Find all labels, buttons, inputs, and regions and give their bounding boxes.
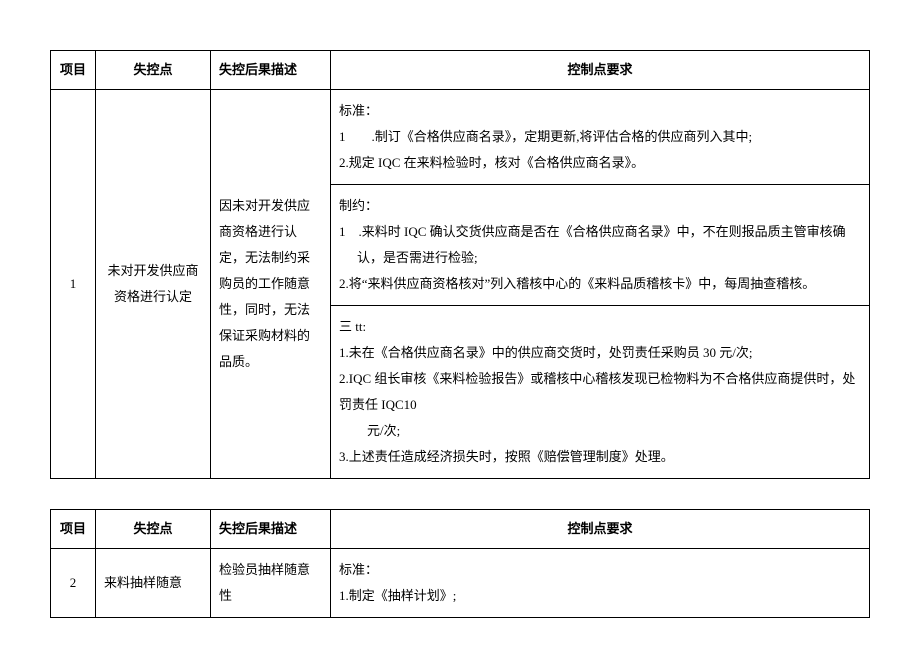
table-row: 1 未对开发供应商资格进行认定 因未对开发供应商资格进行认定，无法制约采购员的工… bbox=[51, 90, 870, 185]
header-item: 项目 bbox=[51, 51, 96, 90]
header-point: 失控点 bbox=[96, 51, 211, 90]
requirement-section-standard: 标准： 1.制定《抽样计划》; bbox=[331, 549, 870, 618]
header-req: 控制点要求 bbox=[331, 51, 870, 90]
header-desc: 失控后果描述 bbox=[211, 51, 331, 90]
section-line: 1 .来料时 IQC 确认交货供应商是否在《合格供应商名录》中，不在则报品质主管… bbox=[339, 219, 861, 271]
section-title: 标准： bbox=[339, 562, 378, 577]
loss-control-point: 来料抽样随意 bbox=[96, 549, 211, 618]
header-item: 项目 bbox=[51, 510, 96, 549]
section-line: 2.将“来料供应商资格核对”列入稽核中心的《来料品质稽核卡》中，每周抽查稽核。 bbox=[339, 276, 815, 291]
requirement-section-constraint: 制约： 1 .来料时 IQC 确认交货供应商是否在《合格供应商名录》中，不在则报… bbox=[331, 185, 870, 306]
section-title: 标准： bbox=[339, 103, 378, 118]
loss-control-desc: 检验员抽样随意性 bbox=[211, 549, 331, 618]
section-title: 制约： bbox=[339, 198, 378, 213]
table-row: 2 来料抽样随意 检验员抽样随意性 标准： 1.制定《抽样计划》; bbox=[51, 549, 870, 618]
loss-control-point: 未对开发供应商资格进行认定 bbox=[96, 90, 211, 479]
item-number: 2 bbox=[51, 549, 96, 618]
table-header-row: 项目 失控点 失控后果描述 控制点要求 bbox=[51, 510, 870, 549]
section-line: 1 .制订《合格供应商名录》，定期更新,将评估合格的供应商列入其中; bbox=[339, 129, 752, 144]
section-title: 三 tt: bbox=[339, 319, 366, 334]
section-line: 2.规定 IQC 在来料检验时，核对《合格供应商名录》。 bbox=[339, 155, 644, 170]
section-line-continuation: 元/次; bbox=[339, 418, 861, 444]
section-line: 1.未在《合格供应商名录》中的供应商交货时，处罚责任采购员 30 元/次; bbox=[339, 345, 752, 360]
table-header-row: 项目 失控点 失控后果描述 控制点要求 bbox=[51, 51, 870, 90]
section-line: 3.上述责任造成经济损失时，按照《赔偿管理制度》处理。 bbox=[339, 449, 674, 464]
requirement-section-penalty: 三 tt: 1.未在《合格供应商名录》中的供应商交货时，处罚责任采购员 30 元… bbox=[331, 306, 870, 479]
requirement-section-standard: 标准： 1 .制订《合格供应商名录》，定期更新,将评估合格的供应商列入其中; 2… bbox=[331, 90, 870, 185]
control-table-2: 项目 失控点 失控后果描述 控制点要求 2 来料抽样随意 检验员抽样随意性 标准… bbox=[50, 509, 870, 618]
header-req: 控制点要求 bbox=[331, 510, 870, 549]
header-desc: 失控后果描述 bbox=[211, 510, 331, 549]
header-point: 失控点 bbox=[96, 510, 211, 549]
loss-control-desc: 因未对开发供应商资格进行认定，无法制约采购员的工作随意性，同时，无法保证采购材料… bbox=[211, 90, 331, 479]
section-line: 1.制定《抽样计划》; bbox=[339, 588, 456, 603]
control-table-1: 项目 失控点 失控后果描述 控制点要求 1 未对开发供应商资格进行认定 因未对开… bbox=[50, 50, 870, 479]
section-line: 2.IQC 组长审核《来料检验报告》或稽核中心稽核发现已检物料为不合格供应商提供… bbox=[339, 371, 855, 412]
item-number: 1 bbox=[51, 90, 96, 479]
